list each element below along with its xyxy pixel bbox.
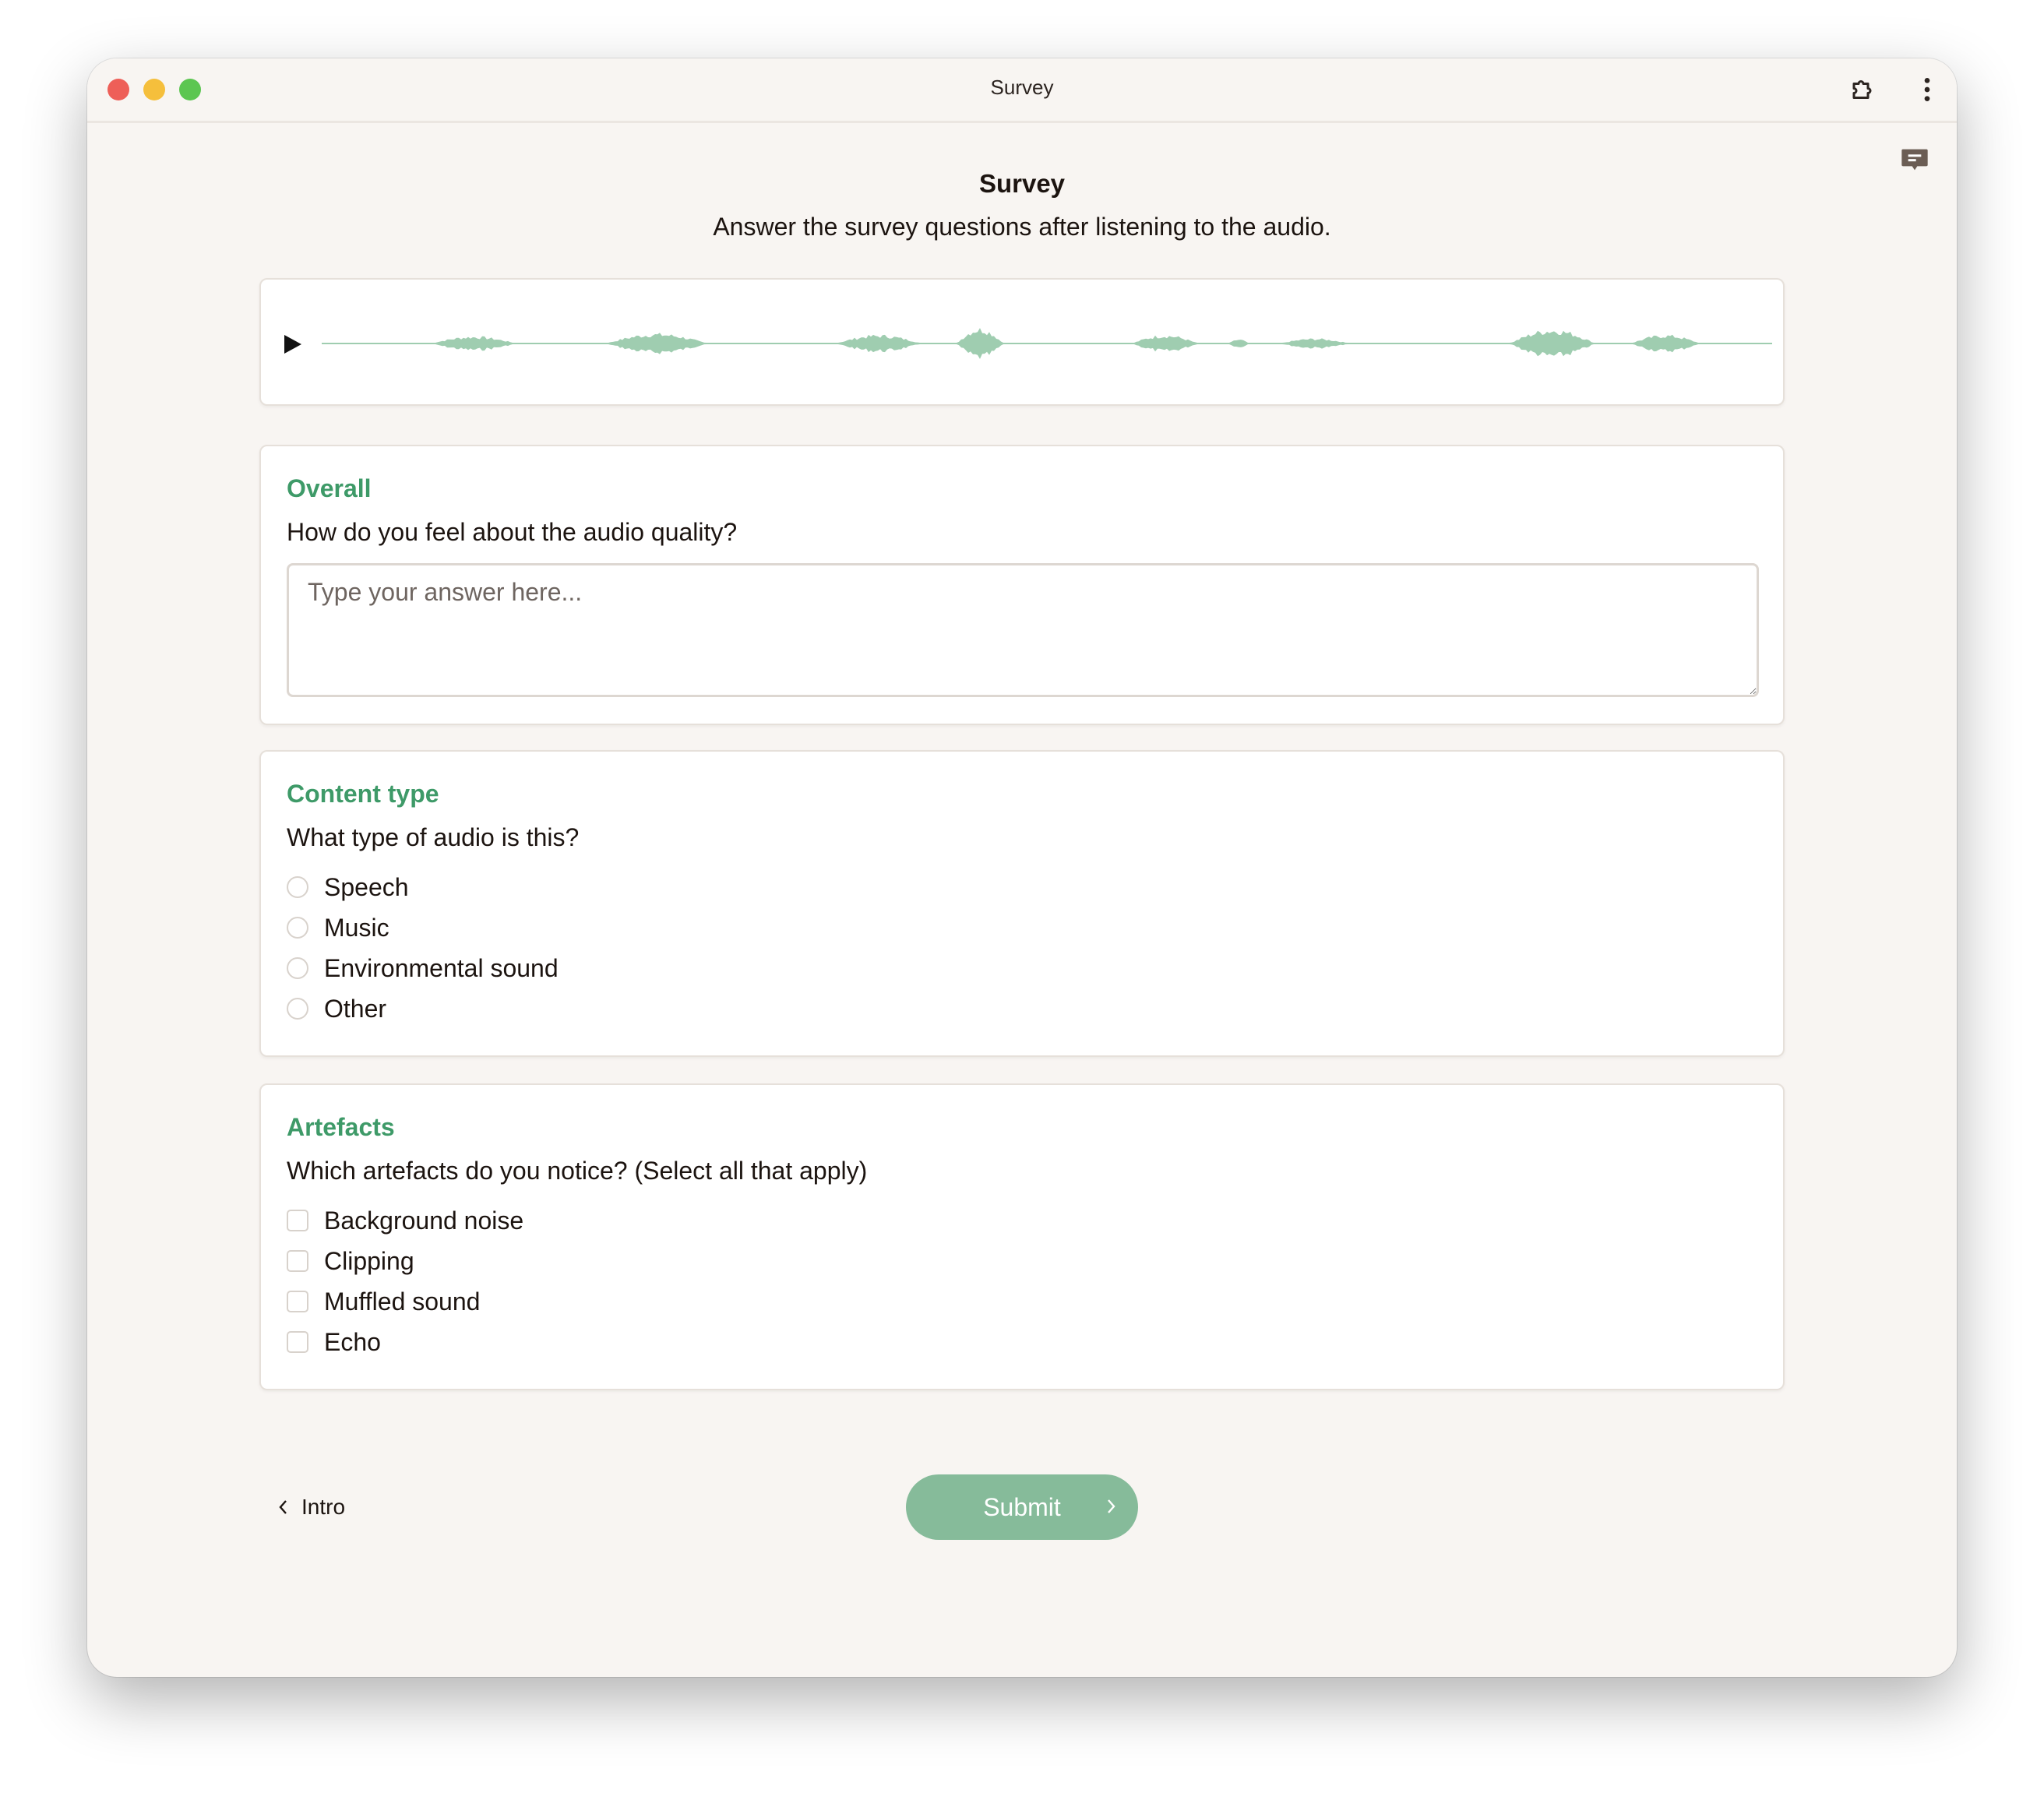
title-bar: Survey <box>87 58 1957 123</box>
checkbox-option-clipping[interactable]: Clipping <box>287 1244 414 1278</box>
radio-button[interactable] <box>287 957 308 979</box>
audio-player <box>259 278 1785 406</box>
question-text: What type of audio is this? <box>287 823 580 851</box>
audio-waveform[interactable] <box>322 312 1772 375</box>
question-card-content-type: Content type What type of audio is this?… <box>259 750 1785 1057</box>
question-title: Content type <box>287 780 439 808</box>
radio-option-environmental-sound[interactable]: Environmental sound <box>287 951 559 985</box>
submit-button[interactable]: Submit <box>906 1474 1138 1540</box>
checkbox[interactable] <box>287 1291 308 1312</box>
feedback-chat-icon[interactable] <box>1899 144 1930 175</box>
submit-button-label: Submit <box>983 1492 1061 1521</box>
answer-textarea[interactable] <box>287 563 1759 697</box>
radio-option-music[interactable]: Music <box>287 911 389 945</box>
option-label: Music <box>324 913 389 942</box>
option-label: Muffled sound <box>324 1287 481 1316</box>
checkbox[interactable] <box>287 1210 308 1231</box>
option-label: Environmental sound <box>324 953 559 982</box>
option-label: Other <box>324 994 387 1023</box>
back-link-label: Intro <box>301 1495 346 1519</box>
question-title: Artefacts <box>287 1113 395 1141</box>
window-title: Survey <box>990 76 1054 99</box>
option-label: Background noise <box>324 1206 524 1235</box>
radio-button[interactable] <box>287 998 308 1020</box>
play-icon[interactable] <box>281 333 305 356</box>
option-label: Echo <box>324 1327 381 1356</box>
checkbox-option-echo[interactable]: Echo <box>287 1325 381 1359</box>
page-navigation: Intro Submit <box>259 1474 1785 1540</box>
radio-option-speech[interactable]: Speech <box>287 870 409 904</box>
app-window: Survey Survey Answer the survey question… <box>87 58 1957 1677</box>
checkbox-option-background-noise[interactable]: Background noise <box>287 1203 523 1238</box>
question-card-artefacts: Artefacts Which artefacts do you notice?… <box>259 1083 1785 1390</box>
back-link[interactable]: Intro <box>278 1490 345 1524</box>
option-label: Speech <box>324 872 409 901</box>
question-text: How do you feel about the audio quality? <box>287 518 738 546</box>
chevron-right-icon <box>1108 1499 1115 1513</box>
question-card-overall: Overall How do you feel about the audio … <box>259 445 1785 725</box>
question-text: Which artefacts do you notice? (Select a… <box>287 1157 868 1185</box>
radio-button[interactable] <box>287 876 308 898</box>
page-title: Survey <box>978 169 1066 198</box>
radio-button[interactable] <box>287 917 308 939</box>
checkbox[interactable] <box>287 1250 308 1272</box>
chevron-left-icon <box>279 1500 287 1514</box>
extension-puzzle-icon[interactable] <box>1848 74 1879 105</box>
more-options-icon[interactable] <box>1912 74 1943 105</box>
radio-option-other[interactable]: Other <box>287 992 386 1026</box>
option-label: Clipping <box>324 1246 414 1275</box>
question-title: Overall <box>287 474 372 502</box>
page-subtitle: Answer the survey questions after listen… <box>713 213 1331 241</box>
checkbox-option-muffled-sound[interactable]: Muffled sound <box>287 1284 480 1319</box>
checkbox[interactable] <box>287 1331 308 1353</box>
